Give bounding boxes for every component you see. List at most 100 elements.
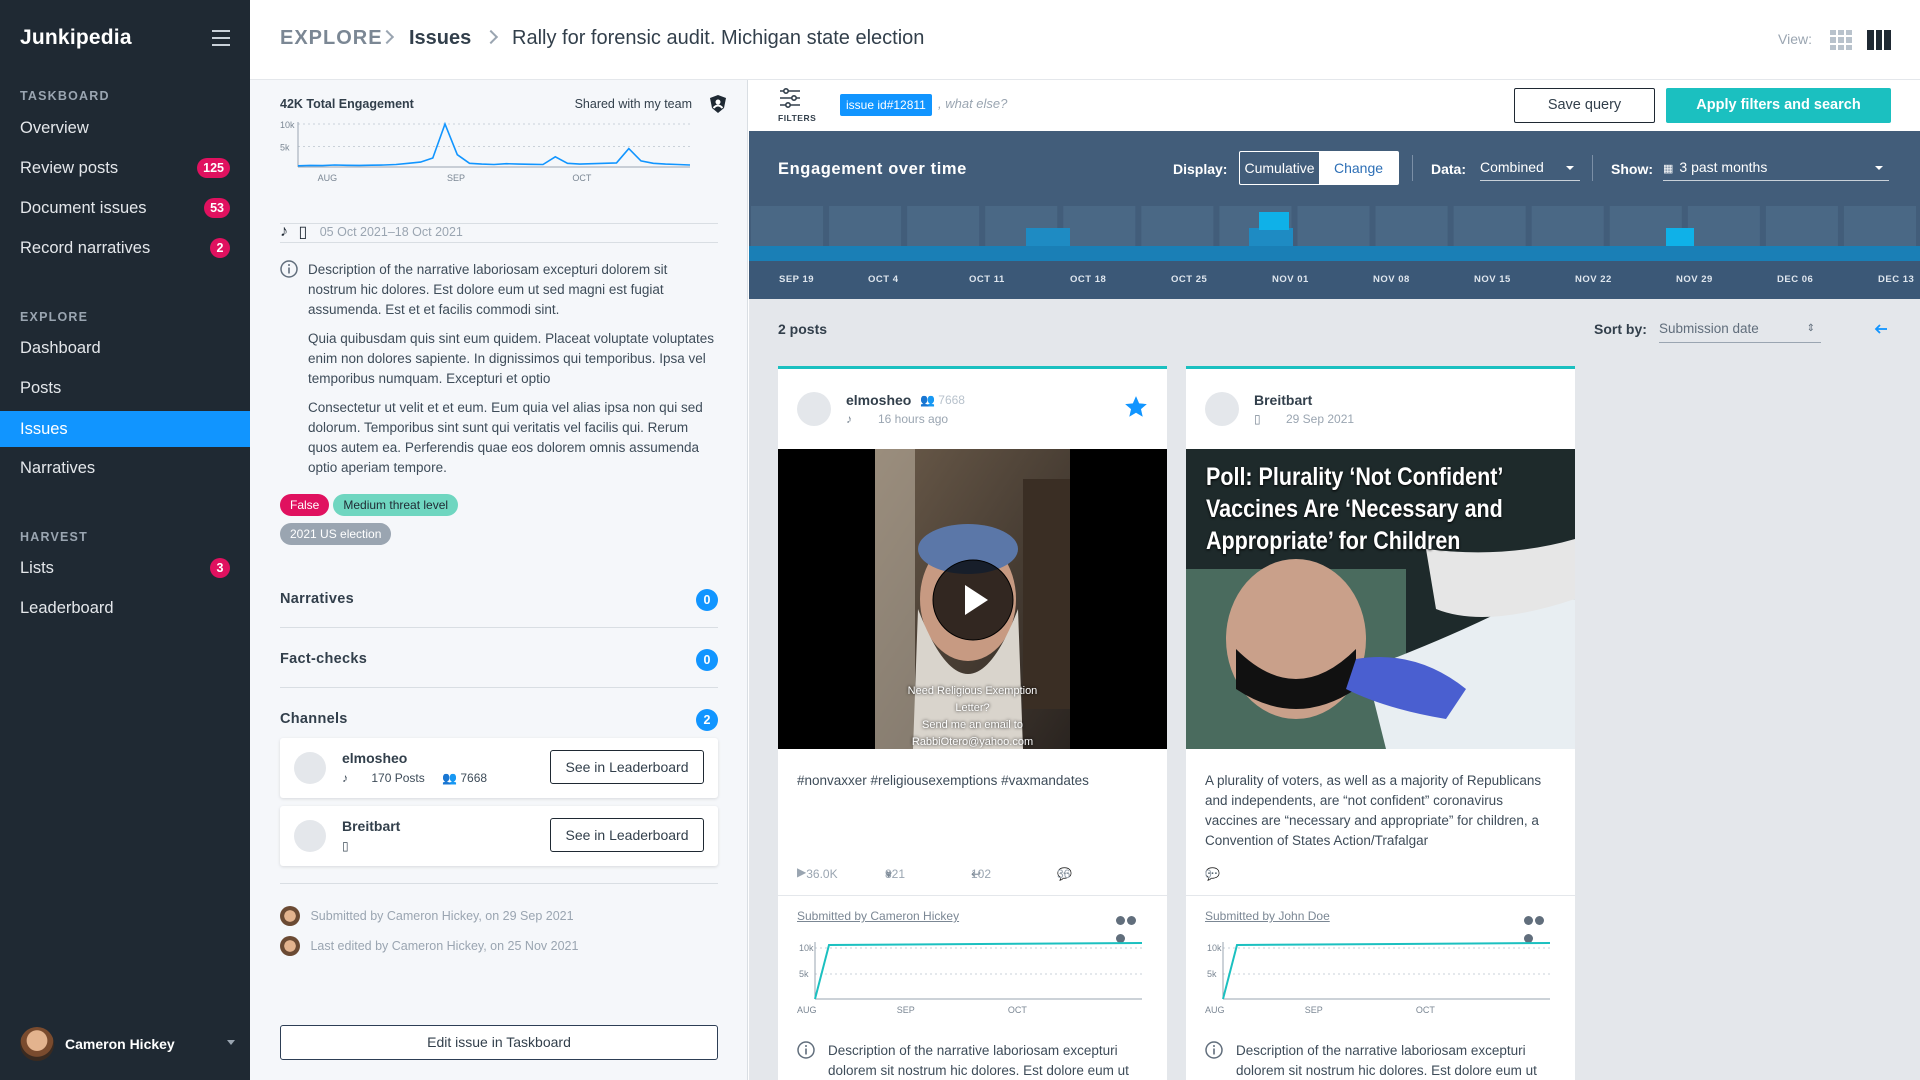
- follower-count: 7668: [460, 771, 488, 785]
- section-narratives[interactable]: Narratives 0: [280, 568, 718, 628]
- submitted-by-link[interactable]: Submitted by Cameron Hickey: [797, 909, 959, 923]
- timeline-tick: NOV 29: [1676, 274, 1713, 285]
- more-options-icon[interactable]: [1524, 912, 1556, 943]
- info-icon: [797, 1041, 815, 1059]
- submitted-by-link[interactable]: Submitted by John Doe: [1205, 909, 1330, 923]
- date-range-text: 05 Oct 2021–18 Oct 2021: [319, 225, 463, 240]
- channel-meta: ▯: [342, 839, 349, 853]
- post-author[interactable]: Breitbart: [1254, 392, 1312, 408]
- channel-card: elmosheo ♪ 170 Posts 👥 7668 See in Leade…: [280, 738, 718, 798]
- count-badge: 2: [696, 709, 718, 731]
- post-card[interactable]: elmosheo 👥 7668 ♪ 16 hours ago Need Reli…: [778, 366, 1167, 1080]
- channel-name[interactable]: elmosheo: [342, 750, 407, 766]
- sort-select-value: Submission date: [1659, 321, 1759, 336]
- view-label: View:: [1778, 31, 1812, 47]
- heatmap-cell-peak: [1259, 212, 1289, 230]
- range-select[interactable]: ▦ 3 past months: [1663, 153, 1889, 181]
- article-image[interactable]: Poll: Plurality ‘Not Confident’ Vaccines…: [1186, 449, 1575, 749]
- results-panel: FILTERS issue id#12811 , what else? Save…: [749, 80, 1920, 1080]
- column-view-icon[interactable]: [1867, 30, 1891, 50]
- display-change[interactable]: Change: [1319, 152, 1398, 184]
- section-heading-explore: EXPLORE: [20, 310, 89, 324]
- count-badge: 0: [696, 589, 718, 611]
- sidebar-item-overview[interactable]: Overview: [0, 110, 250, 146]
- post-description: Description of the narrative laboriosam …: [1236, 1043, 1537, 1078]
- description-paragraph: Consectetur ut velit et et eum. Eum quia…: [308, 400, 703, 475]
- post-author[interactable]: elmosheo: [846, 392, 911, 408]
- menu-icon[interactable]: [212, 30, 230, 46]
- star-icon[interactable]: [1123, 394, 1149, 420]
- engagement-over-time: Engagement over time Display: Cumulative…: [749, 131, 1920, 299]
- tag-threat-level[interactable]: Medium threat level: [333, 494, 459, 516]
- edit-issue-button[interactable]: Edit issue in Taskboard: [280, 1025, 718, 1060]
- filters-icon[interactable]: [778, 87, 802, 109]
- see-in-leaderboard-button[interactable]: See in Leaderboard: [550, 818, 704, 852]
- y-tick-label: 5k: [1207, 969, 1217, 979]
- grid-view-icon[interactable]: [1830, 30, 1852, 50]
- see-in-leaderboard-button[interactable]: See in Leaderboard: [550, 750, 704, 784]
- sort-direction-icon[interactable]: [1874, 322, 1888, 336]
- x-tick-label: SEP: [897, 1005, 915, 1015]
- sidebar-item-label: Dashboard: [20, 339, 101, 357]
- sidebar-item-dashboard[interactable]: Dashboard: [0, 330, 250, 366]
- breadcrumb-explore[interactable]: EXPLORE: [280, 27, 383, 50]
- divider: [280, 883, 718, 884]
- query-input[interactable]: , what else?: [938, 96, 1007, 111]
- sidebar-item-lists[interactable]: Lists 3: [0, 550, 250, 586]
- section-title: Fact-checks: [280, 651, 368, 667]
- heatmap-cell: [1453, 206, 1526, 246]
- video-caption: Need Religious Exemption Letter? Send me…: [875, 683, 1070, 749]
- section-title: Narratives: [280, 591, 354, 607]
- video-thumbnail[interactable]: Need Religious Exemption Letter? Send me…: [778, 449, 1167, 749]
- engagement-heatmap: [749, 206, 1920, 261]
- tag-election[interactable]: 2021 US election: [280, 523, 392, 545]
- sidebar-item-document-issues[interactable]: Document issues 53: [0, 190, 250, 226]
- x-tick-label: SEP: [1305, 1005, 1323, 1015]
- user-menu[interactable]: Cameron Hickey: [20, 1027, 235, 1061]
- channel-name[interactable]: Breitbart: [342, 818, 400, 834]
- brand-logo[interactable]: Junkipedia: [20, 26, 132, 50]
- display-cumulative[interactable]: Cumulative: [1240, 152, 1319, 184]
- sidebar-item-label: Issues: [20, 420, 68, 438]
- sidebar-item-leaderboard[interactable]: Leaderboard: [0, 590, 250, 626]
- sidebar-item-record-narratives[interactable]: Record narratives 2: [0, 230, 250, 266]
- post-time: 16 hours ago: [878, 412, 949, 426]
- breadcrumb-issues[interactable]: Issues: [409, 27, 471, 50]
- divider: [1412, 155, 1413, 181]
- tag-false[interactable]: False: [280, 494, 330, 516]
- series-line: [1222, 942, 1551, 1000]
- submitted-text: Submitted by Cameron Hickey, on 29 Sep 2…: [310, 909, 574, 924]
- apply-filters-button[interactable]: Apply filters and search: [1666, 88, 1891, 123]
- chevron-right-icon: [483, 29, 499, 45]
- heatmap-cell: [1531, 206, 1604, 246]
- sidebar-item-review-posts[interactable]: Review posts 125: [0, 150, 250, 186]
- shared-label: Shared with my team: [574, 97, 692, 111]
- data-select[interactable]: Combined: [1480, 153, 1580, 181]
- query-chip[interactable]: issue id#12811: [840, 94, 932, 116]
- sort-select[interactable]: Submission date ⇕: [1659, 315, 1821, 343]
- section-heading-taskboard: TASKBOARD: [20, 89, 110, 103]
- caption-line: RabbiOtero@yahoo.com: [911, 736, 1034, 748]
- save-query-button[interactable]: Save query: [1514, 88, 1655, 123]
- sidebar-item-posts[interactable]: Posts: [0, 370, 250, 406]
- timeline-tick: NOV 01: [1272, 274, 1309, 285]
- data-label: Data:: [1431, 161, 1467, 177]
- sidebar-item-label: Overview: [20, 119, 89, 137]
- section-fact-checks[interactable]: Fact-checks 0: [280, 628, 718, 688]
- x-tick-label: SEP: [447, 173, 465, 183]
- document-icon: ▯: [298, 224, 308, 241]
- avatar: [797, 392, 831, 426]
- timeline-tick: NOV 22: [1575, 274, 1612, 285]
- sidebar-item-issues[interactable]: Issues: [0, 411, 250, 447]
- divider: [778, 895, 1167, 896]
- divider: [280, 242, 718, 243]
- follower-value: 7668: [938, 393, 965, 407]
- play-icon[interactable]: [932, 559, 1014, 641]
- tiktok-icon: ♪: [342, 771, 348, 785]
- filters-label[interactable]: FILTERS: [778, 113, 816, 123]
- sidebar-item-narratives[interactable]: Narratives: [0, 450, 250, 486]
- more-options-icon[interactable]: [1116, 912, 1148, 943]
- post-card[interactable]: Breitbart ▯ 29 Sep 2021 Poll: Plurality …: [1186, 366, 1575, 1080]
- avatar: [1205, 392, 1239, 426]
- chevron-down-icon: [227, 1040, 235, 1045]
